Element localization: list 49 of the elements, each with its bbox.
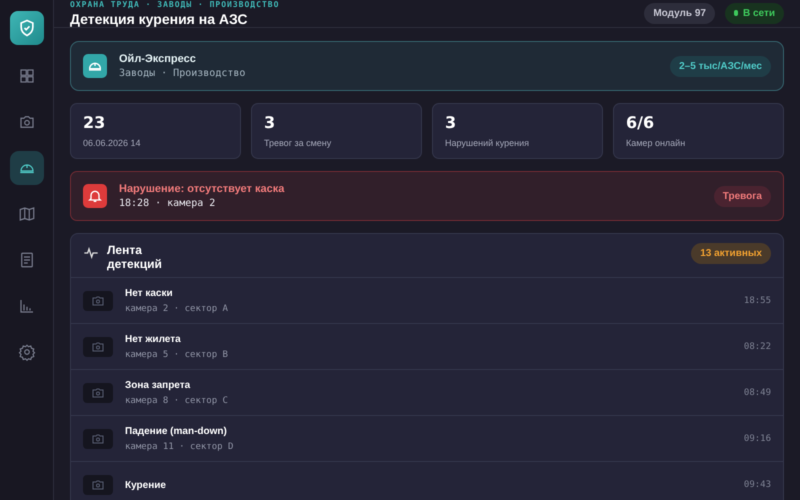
detection-meta: камера 8 · сектор C xyxy=(125,396,229,406)
detection-meta: камера 5 · сектор B xyxy=(125,350,229,360)
camera-thumbnail xyxy=(83,337,113,357)
page-title: Детекция курения на АЗС xyxy=(70,11,249,27)
detection-time: 08:22 xyxy=(744,342,771,352)
stat-label: Нарушений курения xyxy=(445,138,530,148)
stat-label: 06.06.2026 14 xyxy=(83,138,142,148)
stat-value: 6/6 xyxy=(626,113,656,132)
detection-meta: камера 11 · сектор D xyxy=(125,442,234,452)
company-name: Ойл-Экспресс xyxy=(119,53,197,65)
detection-title: Нет каски xyxy=(125,288,174,299)
stat-value: 3 xyxy=(264,113,276,132)
detection-time: 08:49 xyxy=(744,388,771,398)
stat-value: 23 xyxy=(83,113,106,132)
detection-row[interactable]: Нет жилета камера 5 · сектор B 08:22 xyxy=(71,324,783,370)
status-badge: В сети xyxy=(724,3,784,24)
active-count-badge: 13 активных xyxy=(691,243,771,264)
camera-thumbnail xyxy=(83,291,113,311)
price-badge: 2–5 тыс/АЗС/мес xyxy=(670,56,771,76)
camera-thumbnail xyxy=(83,383,113,403)
stat-value: 3 xyxy=(445,113,458,132)
alert-meta: 18:28 · камера 2 xyxy=(119,198,216,209)
helmet-icon[interactable] xyxy=(10,151,44,185)
detection-row[interactable]: Нет каски камера 2 · сектор A 18:55 xyxy=(71,278,783,324)
company-subtitle: Заводы · Производство xyxy=(119,68,246,79)
detection-row[interactable]: Падение (man-down) камера 11 · сектор D 09:16 xyxy=(71,416,783,462)
helmet-icon xyxy=(83,54,107,78)
camera-thumbnail xyxy=(83,429,113,449)
shield-logo-icon xyxy=(10,11,44,45)
stat-label: Тревог за смену xyxy=(264,138,332,148)
breadcrumb: ОХРАНА ТРУДА · ЗАВОДЫ · ПРОИЗВОДСТВО xyxy=(70,0,280,9)
alert-title: Нарушение: отсутствует каска xyxy=(119,183,286,195)
feed-title: Лента детекций xyxy=(107,243,163,271)
detection-title: Курение xyxy=(125,480,167,490)
detection-row[interactable]: Курение 09:43 xyxy=(71,462,783,500)
detection-time: 09:43 xyxy=(744,480,771,490)
module-badge: Модуль 97 xyxy=(644,3,715,24)
detection-title: Нет жилета xyxy=(125,334,182,345)
detection-title: Падение (man-down) xyxy=(125,426,228,437)
detection-meta: камера 2 · сектор A xyxy=(125,304,229,314)
detection-time: 09:16 xyxy=(744,434,771,444)
detection-title: Зона запрета xyxy=(125,380,192,391)
detection-time: 18:55 xyxy=(744,296,771,306)
stat-label: Камер онлайн xyxy=(626,138,686,148)
pulse-icon xyxy=(83,245,99,261)
alarm-badge: Тревога xyxy=(714,186,771,206)
camera-thumbnail xyxy=(83,475,113,495)
bell-icon xyxy=(83,184,107,208)
detection-row[interactable]: Зона запрета камера 8 · сектор C 08:49 xyxy=(71,370,783,416)
